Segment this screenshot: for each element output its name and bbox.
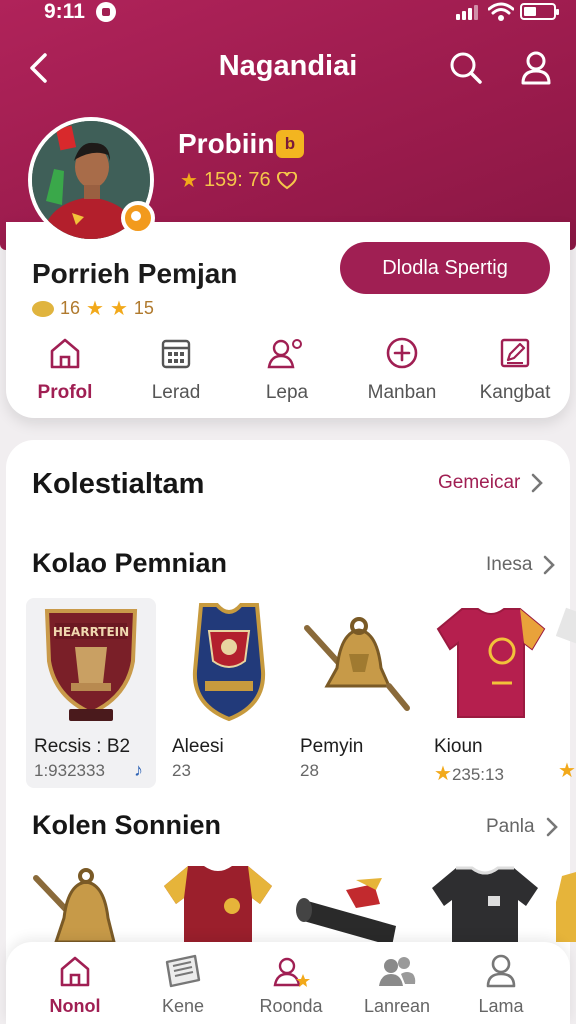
item-value: ★235:13 bbox=[434, 761, 504, 786]
tab-label: Kangbat bbox=[479, 382, 551, 403]
status-time: 9:11 bbox=[44, 0, 85, 23]
news-icon bbox=[165, 954, 201, 988]
status-bar: 9:11 bbox=[0, 0, 576, 28]
tab-lepa[interactable]: Lepa bbox=[232, 336, 342, 404]
item-value: 1:932333 bbox=[34, 761, 105, 780]
item-value: 23 bbox=[172, 761, 191, 780]
home-icon bbox=[50, 338, 80, 369]
bottom-nav-lama[interactable]: Lama bbox=[446, 954, 556, 1017]
bottom-nav-home[interactable]: Nonol bbox=[20, 954, 130, 1017]
item-value-text: 235:13 bbox=[451, 765, 504, 784]
heart-icon bbox=[276, 171, 297, 189]
tab-label: Profol bbox=[37, 382, 93, 403]
chevron-right-icon bbox=[546, 817, 558, 837]
collection-item[interactable]: Kioun ★235:13 bbox=[426, 598, 556, 788]
account-button[interactable] bbox=[516, 48, 556, 88]
profile-quick-nav: Profol Lerad Lepa Manban Kangbat bbox=[0, 336, 576, 416]
coin-icon bbox=[32, 300, 54, 317]
notification-icon bbox=[96, 2, 116, 22]
section2-title: Kolen Sonnien bbox=[32, 810, 221, 840]
bottom-nav-label: Kene bbox=[161, 996, 205, 1016]
collection-title: Kolestialtam bbox=[32, 468, 205, 500]
section2-link[interactable]: Panla bbox=[486, 816, 559, 838]
jersey-icon-partial[interactable] bbox=[556, 872, 576, 942]
item-art-partial bbox=[556, 607, 576, 647]
bell-trophy-icon bbox=[304, 617, 410, 711]
star-icon: ★ bbox=[109, 298, 128, 320]
bottom-nav-lanrean[interactable]: Lanrean bbox=[342, 954, 452, 1017]
tab-label: Lepa bbox=[265, 382, 309, 403]
section1-title: Kolao Pemnian bbox=[32, 548, 228, 578]
star-icon: ★ bbox=[434, 763, 452, 785]
tab-lerad[interactable]: Lerad bbox=[121, 336, 231, 404]
shirt-icon bbox=[436, 608, 546, 718]
note-icon: ♪ bbox=[134, 760, 143, 780]
collection-item[interactable]: HEARRTEIN Recsis : B2 1:932333 ♪ bbox=[26, 598, 156, 788]
app-title: Nagandiai bbox=[218, 50, 358, 82]
trophy-shield-icon: HEARRTEIN bbox=[44, 609, 138, 721]
bottom-nav: Nonol Kene Roonda Lanrean Lama bbox=[6, 942, 570, 1024]
collection-item[interactable]: Aleesi 23 bbox=[164, 598, 294, 788]
search-icon bbox=[450, 52, 482, 84]
star-icon: ★ bbox=[558, 760, 576, 782]
section1-items: HEARRTEIN Recsis : B2 1:932333 ♪ Aleesi … bbox=[0, 598, 576, 788]
jersey-icon bbox=[192, 603, 266, 722]
star-icon: ★ bbox=[180, 170, 198, 192]
tab-profile[interactable]: Profol bbox=[10, 336, 120, 404]
shirt-icon[interactable] bbox=[428, 862, 542, 942]
level-badge: b bbox=[276, 130, 304, 158]
item-name: Pemyin bbox=[300, 736, 364, 757]
score-row: ★ 159: 76 bbox=[180, 168, 297, 193]
rating-a: 16 bbox=[60, 298, 81, 318]
player-name: Porrieh Pemjan bbox=[32, 258, 238, 289]
action-button[interactable]: Dlodla Spertig bbox=[340, 242, 550, 294]
people-icon bbox=[267, 339, 302, 369]
item-name: Aleesi bbox=[172, 736, 224, 757]
home-icon bbox=[60, 956, 90, 987]
bottom-nav-roonda[interactable]: Roonda bbox=[236, 954, 346, 1017]
chevron-right-icon bbox=[532, 473, 544, 493]
section1-link[interactable]: Inesa bbox=[486, 554, 556, 576]
section2-items bbox=[0, 862, 576, 942]
jersey-icon[interactable] bbox=[162, 862, 274, 942]
people-icon bbox=[273, 957, 310, 987]
plus-circle-icon bbox=[386, 337, 418, 369]
section2-link-label: Panla bbox=[486, 816, 535, 837]
cannon-icon[interactable] bbox=[296, 870, 416, 942]
verified-badge-icon bbox=[121, 201, 155, 235]
star-icon: ★ bbox=[86, 298, 104, 320]
search-button[interactable] bbox=[446, 48, 486, 88]
wifi-icon bbox=[488, 2, 514, 21]
item-name: Recsis : B2 bbox=[34, 736, 131, 757]
item-name: Kioun bbox=[434, 736, 483, 757]
edit-icon bbox=[500, 338, 530, 368]
bottom-nav-label: Nonol bbox=[49, 996, 101, 1016]
collection-item[interactable]: Pemyin 28 bbox=[292, 598, 422, 788]
shield-text: HEARRTEIN bbox=[53, 625, 129, 639]
tab-kangbat[interactable]: Kangbat bbox=[460, 336, 570, 404]
tab-label: Manban bbox=[367, 382, 437, 403]
tab-label: Lerad bbox=[151, 382, 201, 403]
bottom-nav-label: Lanrean bbox=[363, 996, 431, 1016]
user-icon bbox=[521, 51, 551, 85]
bell-trophy-icon[interactable] bbox=[30, 862, 140, 942]
battery-icon bbox=[520, 3, 559, 20]
bottom-nav-news[interactable]: Kene bbox=[128, 954, 238, 1017]
chevron-right-icon bbox=[544, 555, 556, 575]
item-value: 28 bbox=[300, 761, 319, 780]
collection-link-label: Gemeicar bbox=[438, 472, 521, 493]
score-value: 159: 76 bbox=[203, 169, 271, 191]
rating-b: 15 bbox=[133, 298, 154, 318]
rating-row: 16 ★ ★ 15 bbox=[32, 296, 154, 321]
bottom-nav-label: Roonda bbox=[259, 996, 323, 1016]
section1-link-label: Inesa bbox=[486, 554, 533, 575]
user-icon bbox=[486, 954, 516, 988]
calendar-icon bbox=[161, 339, 191, 369]
profile-display-name: Probiin bbox=[178, 128, 275, 159]
bottom-nav-label: Lama bbox=[478, 996, 524, 1016]
group-icon bbox=[379, 957, 416, 986]
collection-item-partial[interactable]: ★ bbox=[556, 598, 576, 788]
tab-manban[interactable]: Manban bbox=[347, 336, 457, 404]
collection-link[interactable]: Gemeicar bbox=[438, 472, 544, 494]
